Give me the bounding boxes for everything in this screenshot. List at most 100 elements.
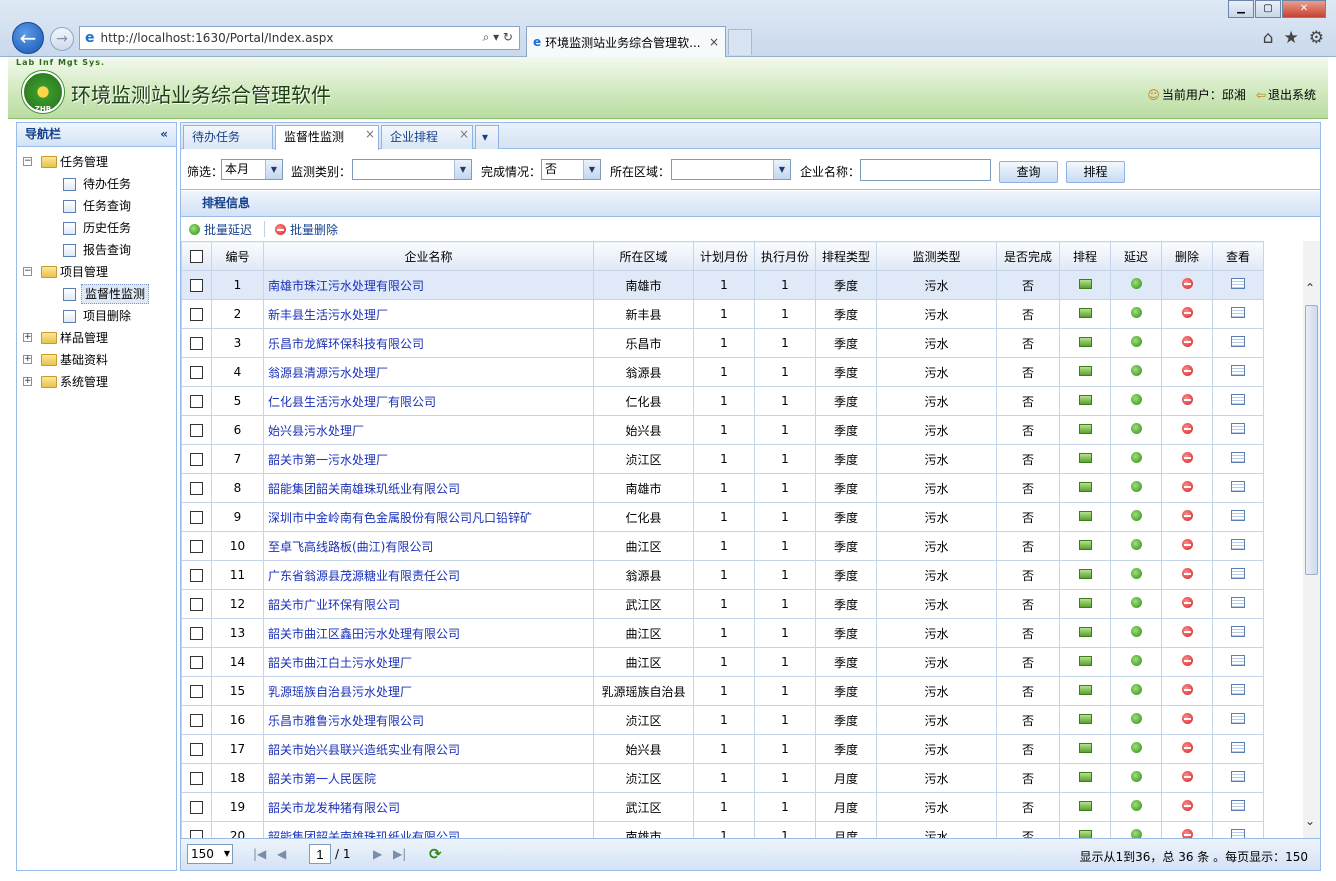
view-action[interactable] [1212, 415, 1264, 445]
company-name[interactable]: 翁源县清源污水处理厂 [263, 357, 594, 387]
schedule-action[interactable] [1059, 734, 1111, 764]
row-checkbox[interactable] [190, 569, 203, 582]
view-icon[interactable] [1231, 307, 1245, 318]
company-name[interactable]: 韶关市龙发种猪有限公司 [263, 792, 594, 822]
delete-icon[interactable] [1181, 336, 1193, 347]
company-name[interactable]: 韶关市广业环保有限公司 [263, 589, 594, 619]
view-action[interactable] [1212, 444, 1264, 474]
tree-node-basic-data[interactable]: + 基础资料 [17, 349, 176, 371]
tab-close-icon[interactable]: × [459, 123, 469, 145]
schedule-action[interactable] [1059, 386, 1111, 416]
expand-toggle-icon[interactable]: + [23, 377, 32, 386]
row-checkbox[interactable] [190, 511, 203, 524]
row-checkbox[interactable] [190, 482, 203, 495]
view-icon[interactable] [1231, 336, 1245, 347]
delete-action[interactable] [1161, 473, 1213, 503]
schedule-action[interactable] [1059, 473, 1111, 503]
schedule-action[interactable] [1059, 618, 1111, 648]
delay-action[interactable] [1110, 676, 1162, 706]
table-row[interactable]: 1 南雄市珠江污水处理有限公司 南雄市 1 1 季度 污水否 [181, 270, 1264, 300]
delete-action[interactable] [1161, 328, 1213, 358]
view-icon[interactable] [1231, 771, 1245, 782]
delay-action[interactable] [1110, 647, 1162, 677]
column-header[interactable]: 排程 [1059, 241, 1111, 271]
schedule-icon[interactable] [1078, 569, 1092, 579]
delete-icon[interactable] [1181, 800, 1193, 811]
row-select-cell[interactable] [181, 560, 212, 590]
row-select-cell[interactable] [181, 792, 212, 822]
last-page-icon[interactable]: ▶| [393, 847, 406, 861]
company-name[interactable]: 韶关市曲江区鑫田污水处理有限公司 [263, 618, 594, 648]
type-select[interactable]: ▼ [352, 159, 472, 180]
delay-icon[interactable] [1130, 278, 1142, 289]
delete-action[interactable] [1161, 618, 1213, 648]
delay-action[interactable] [1110, 328, 1162, 358]
delay-action[interactable] [1110, 299, 1162, 329]
delete-icon[interactable] [1181, 684, 1193, 695]
schedule-icon[interactable] [1078, 511, 1092, 521]
row-select-cell[interactable] [181, 821, 212, 838]
view-icon[interactable] [1231, 365, 1245, 376]
row-select-cell[interactable] [181, 415, 212, 445]
company-name[interactable]: 仁化县生活污水处理厂有限公司 [263, 386, 594, 416]
forward-button[interactable]: → [50, 27, 74, 51]
delay-icon[interactable] [1130, 481, 1142, 492]
batch-delay-button[interactable]: 批量延迟 [189, 221, 252, 238]
delete-action[interactable] [1161, 270, 1213, 300]
tree-node-sample-mgmt[interactable]: + 样品管理 [17, 327, 176, 349]
view-action[interactable] [1212, 502, 1264, 532]
delete-icon[interactable] [1181, 307, 1193, 318]
row-select-cell[interactable] [181, 270, 212, 300]
delay-icon[interactable] [1130, 510, 1142, 521]
view-action[interactable] [1212, 357, 1264, 387]
maximize-button[interactable]: ▢ [1255, 0, 1281, 18]
tree-node-history[interactable]: 历史任务 [17, 217, 176, 239]
batch-delete-button[interactable]: 批量删除 [275, 221, 338, 238]
view-action[interactable] [1212, 618, 1264, 648]
schedule-action[interactable] [1059, 705, 1111, 735]
view-action[interactable] [1212, 386, 1264, 416]
table-row[interactable]: 12 韶关市广业环保有限公司 武江区 1 1 季度 污水否 [181, 589, 1264, 619]
delay-action[interactable] [1110, 531, 1162, 561]
delay-icon[interactable] [1130, 713, 1142, 724]
delay-action[interactable] [1110, 502, 1162, 532]
schedule-action[interactable] [1059, 415, 1111, 445]
company-name[interactable]: 新丰县生活污水处理厂 [263, 299, 594, 329]
delete-icon[interactable] [1181, 452, 1193, 463]
delay-action[interactable] [1110, 705, 1162, 735]
row-select-cell[interactable] [181, 444, 212, 474]
delay-icon[interactable] [1130, 742, 1142, 753]
delay-icon[interactable] [1130, 336, 1142, 347]
tab-menu-button[interactable]: ▾ [475, 125, 499, 149]
table-row[interactable]: 18 韶关市第一人民医院 浈江区 1 1 月度 污水否 [181, 763, 1264, 793]
table-row[interactable]: 7 韶关市第一污水处理厂 浈江区 1 1 季度 污水否 [181, 444, 1264, 474]
column-header[interactable]: 查看 [1212, 241, 1264, 271]
delay-action[interactable] [1110, 763, 1162, 793]
delay-action[interactable] [1110, 386, 1162, 416]
tree-node-supervision[interactable]: 监督性监测 [17, 283, 176, 305]
delete-action[interactable] [1161, 705, 1213, 735]
table-row[interactable]: 4 翁源县清源污水处理厂 翁源县 1 1 季度 污水否 [181, 357, 1264, 387]
table-row[interactable]: 16 乐昌市雅鲁污水处理有限公司 浈江区 1 1 季度 污水否 [181, 705, 1264, 735]
table-row[interactable]: 6 始兴县污水处理厂 始兴县 1 1 季度 污水否 [181, 415, 1264, 445]
schedule-action[interactable] [1059, 676, 1111, 706]
company-name[interactable]: 韶关市第一人民医院 [263, 763, 594, 793]
schedule-action[interactable] [1059, 502, 1111, 532]
company-name[interactable]: 韶能集团韶关南雄珠玑纸业有限公司 [263, 473, 594, 503]
view-icon[interactable] [1231, 539, 1245, 550]
page-number-input[interactable] [309, 844, 331, 864]
table-row[interactable]: 20 韶能集团韶关南雄珠玑纸业有限公司 南雄市 1 1 月度 污水否 [181, 821, 1264, 838]
row-select-cell[interactable] [181, 473, 212, 503]
tab-close-icon[interactable]: × [709, 35, 719, 49]
view-action[interactable] [1212, 589, 1264, 619]
table-row[interactable]: 3 乐昌市龙辉环保科技有限公司 乐昌市 1 1 季度 污水否 [181, 328, 1264, 358]
view-action[interactable] [1212, 792, 1264, 822]
row-select-cell[interactable] [181, 299, 212, 329]
company-name[interactable]: 始兴县污水处理厂 [263, 415, 594, 445]
delete-action[interactable] [1161, 589, 1213, 619]
close-window-button[interactable]: ✕ [1282, 0, 1326, 18]
row-checkbox[interactable] [190, 453, 203, 466]
tree-node-report-query[interactable]: 报告查询 [17, 239, 176, 261]
row-checkbox[interactable] [190, 656, 203, 669]
schedule-icon[interactable] [1078, 830, 1092, 838]
